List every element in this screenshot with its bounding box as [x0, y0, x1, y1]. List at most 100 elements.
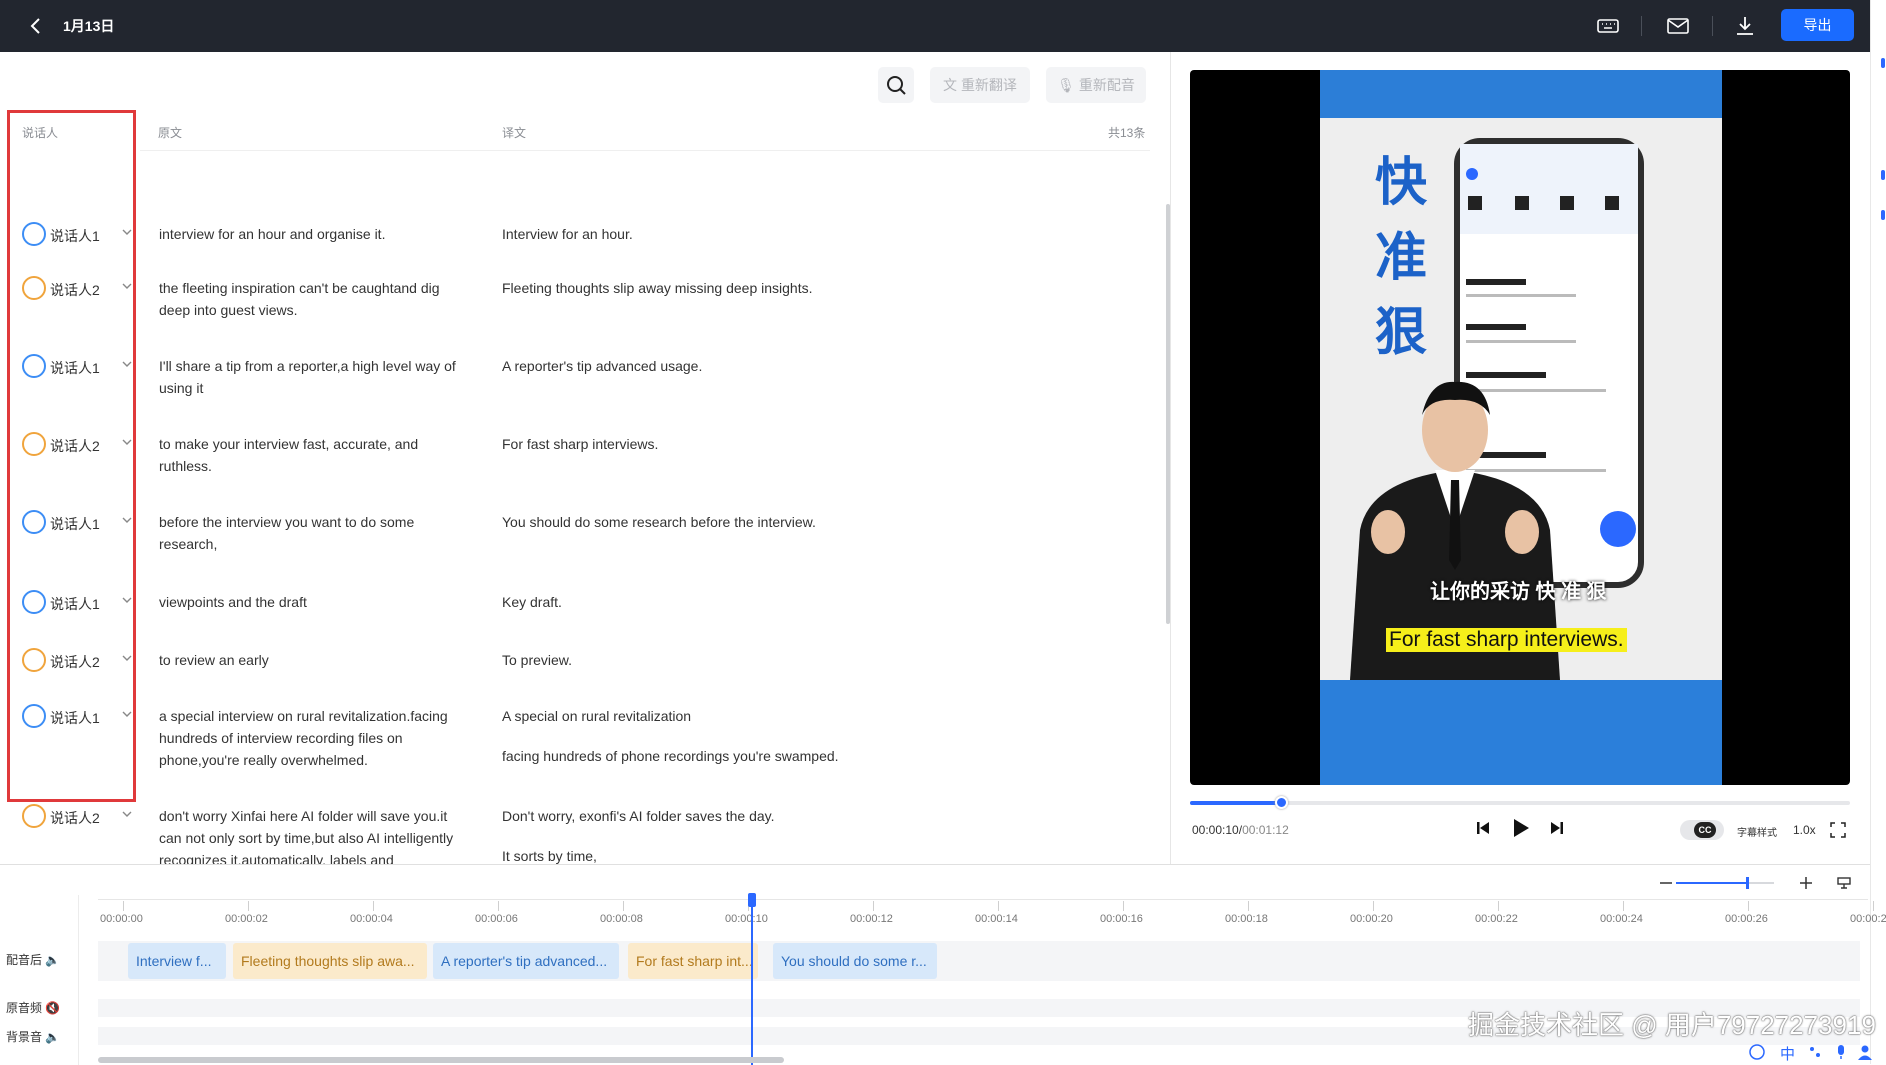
- playback-speed[interactable]: 1.0x: [1793, 823, 1816, 837]
- subtitle-chinese: 让你的采访 快 准 狠: [1430, 581, 1607, 603]
- user-icon[interactable]: [1856, 1043, 1874, 1061]
- target-line[interactable]: For fast sharp interviews.: [502, 433, 1002, 455]
- source-text[interactable]: a special interview on rural revitalizat…: [159, 705, 459, 771]
- tick-mark: [248, 901, 249, 911]
- keyboard-icon[interactable]: [1595, 13, 1621, 39]
- video-player[interactable]: 快 准 狠 让你的采访 快 准 狠 For fast sharp intervi…: [1190, 70, 1850, 785]
- next-icon[interactable]: [1546, 817, 1568, 839]
- speaker-name: 说话人2: [50, 810, 100, 826]
- track-label-original: 原音频 🔇: [6, 1001, 61, 1015]
- target-line[interactable]: facing hundreds of phone recordings you'…: [502, 745, 1002, 767]
- zoom-out-icon[interactable]: [1658, 875, 1674, 891]
- source-text[interactable]: I'll share a tip from a reporter,a high …: [159, 355, 459, 399]
- tick-label: 00:00:06: [475, 913, 518, 925]
- vertical-scrollbar[interactable]: [1166, 204, 1170, 624]
- toolbar-divider: [1641, 16, 1642, 36]
- transcript-panel: 文 重新翻译 🎙 重新配音 说话人 原文 译文 共13条 说话人1 interv…: [0, 52, 1171, 904]
- playhead[interactable]: [748, 893, 756, 1065]
- zoom-slider[interactable]: [1676, 873, 1774, 893]
- tick-mark: [1498, 901, 1499, 911]
- tick-mark: [1123, 901, 1124, 911]
- retranslate-button[interactable]: 文 重新翻译: [930, 67, 1030, 103]
- audio-clip[interactable]: Interview f...: [128, 943, 226, 979]
- source-text[interactable]: the fleeting inspiration can't be caught…: [159, 277, 459, 321]
- target-text[interactable]: A special on rural revitalization facing …: [502, 705, 1002, 785]
- tick-mark: [373, 901, 374, 911]
- playhead-handle[interactable]: [748, 893, 756, 907]
- source-text[interactable]: interview for an hour and organise it.: [159, 223, 459, 245]
- target-text[interactable]: Fleeting thoughts slip away missing deep…: [502, 277, 1002, 317]
- target-line[interactable]: You should do some research before the i…: [502, 511, 1002, 533]
- target-line[interactable]: Key draft.: [502, 591, 1002, 613]
- target-line[interactable]: To preview.: [502, 649, 1002, 671]
- back-arrow-icon[interactable]: [24, 14, 48, 38]
- punctuation-icon[interactable]: [1806, 1043, 1824, 1061]
- microphone-icon: 🎙: [1057, 77, 1079, 93]
- paper-bottom-decoration: [1320, 680, 1722, 785]
- header-divider: [140, 150, 1150, 151]
- progress-knob[interactable]: [1274, 796, 1288, 809]
- tick-mark: [498, 901, 499, 911]
- voice-icon[interactable]: [1832, 1043, 1850, 1061]
- tick-mark: [1748, 901, 1749, 911]
- zoom-in-icon[interactable]: [1798, 875, 1814, 891]
- mute-icon[interactable]: 🔇: [45, 1001, 60, 1015]
- video-progress-bar[interactable]: [1190, 796, 1850, 809]
- overlay-char: 狠: [1375, 302, 1428, 363]
- fullscreen-icon[interactable]: [1830, 822, 1846, 838]
- tick-label: 00:00:00: [100, 913, 143, 925]
- time-display: 00:00:10/00:01:12: [1192, 823, 1289, 837]
- search-button[interactable]: [878, 67, 914, 103]
- tick-mark: [623, 901, 624, 911]
- page-title: 1月13日: [63, 18, 115, 34]
- source-text[interactable]: viewpoints and the draft: [159, 591, 459, 613]
- track-label-divider: [78, 895, 79, 1065]
- subtitle-toggle[interactable]: CC: [1680, 820, 1724, 840]
- target-text[interactable]: You should do some research before the i…: [502, 511, 1002, 551]
- input-method-icon[interactable]: [1748, 1043, 1766, 1061]
- play-icon[interactable]: [1508, 816, 1532, 840]
- tick-label: 00:00:2: [1850, 913, 1886, 925]
- speaker-icon[interactable]: 🔈: [45, 1030, 60, 1044]
- audio-clip[interactable]: Fleeting thoughts slip awa...: [233, 943, 427, 979]
- timeline-settings-icon[interactable]: [1836, 875, 1852, 891]
- source-text[interactable]: to review an early: [159, 649, 459, 671]
- speaker-icon[interactable]: 🔈: [45, 953, 60, 967]
- chevron-down-icon[interactable]: [120, 807, 134, 821]
- ime-language[interactable]: 中: [1780, 1043, 1798, 1063]
- subtitle-style-button[interactable]: 字幕样式: [1737, 824, 1777, 839]
- tick-label: 00:00:20: [1350, 913, 1393, 925]
- download-icon[interactable]: [1732, 13, 1758, 39]
- target-line[interactable]: A reporter's tip advanced usage.: [502, 355, 1002, 377]
- audio-clip[interactable]: For fast sharp int...: [628, 943, 758, 979]
- tick-label: 00:00:08: [600, 913, 643, 925]
- mail-icon[interactable]: [1665, 13, 1691, 39]
- source-text[interactable]: to make your interview fast, accurate, a…: [159, 433, 459, 477]
- target-text[interactable]: For fast sharp interviews.: [502, 433, 1002, 473]
- previous-icon[interactable]: [1472, 817, 1494, 839]
- duration: 00:01:12: [1242, 823, 1289, 837]
- target-text[interactable]: A reporter's tip advanced usage.: [502, 355, 1002, 395]
- horizontal-scrollbar[interactable]: [98, 1057, 784, 1063]
- tick-mark: [123, 901, 124, 911]
- tick-label: 00:00:26: [1725, 913, 1768, 925]
- target-line[interactable]: A special on rural revitalization: [502, 705, 1002, 727]
- target-text[interactable]: Interview for an hour.: [502, 223, 1002, 263]
- cc-label: CC: [1694, 822, 1716, 838]
- redub-button[interactable]: 🎙 重新配音: [1046, 67, 1146, 103]
- export-button[interactable]: 导出: [1781, 9, 1854, 41]
- audio-clip[interactable]: A reporter's tip advanced...: [433, 943, 619, 979]
- search-icon: [887, 76, 906, 95]
- track-label-background: 背景音 🔈: [6, 1030, 61, 1044]
- speaker-select[interactable]: 说话人2: [22, 804, 142, 828]
- target-line[interactable]: Don't worry, exonfi's AI folder saves th…: [502, 805, 1002, 827]
- progress-fill: [1190, 801, 1282, 805]
- target-line[interactable]: Fleeting thoughts slip away missing deep…: [502, 277, 1002, 299]
- tick-mark: [998, 901, 999, 911]
- source-text[interactable]: before the interview you want to do some…: [159, 511, 459, 555]
- audio-clip[interactable]: You should do some r...: [773, 943, 937, 979]
- tick-label: 00:00:02: [225, 913, 268, 925]
- target-text[interactable]: Key draft.: [502, 591, 1002, 631]
- target-line[interactable]: Interview for an hour.: [502, 223, 1002, 245]
- target-text[interactable]: To preview.: [502, 649, 1002, 689]
